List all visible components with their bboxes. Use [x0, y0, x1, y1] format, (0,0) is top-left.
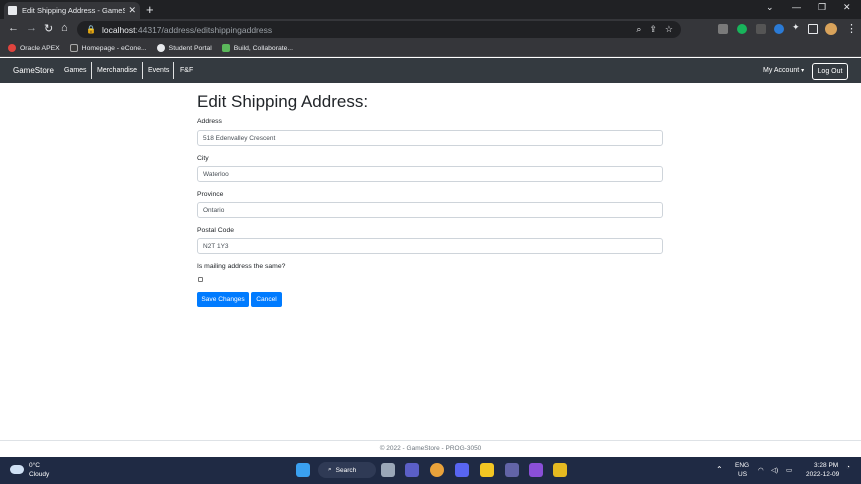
account-dropdown[interactable]: My Account ▾ [763, 67, 804, 74]
weather-condition: Cloudy [29, 471, 50, 478]
extension-icon[interactable] [756, 24, 766, 34]
clock-time[interactable]: 3:28 PM [814, 462, 838, 469]
cloud-icon [10, 465, 24, 474]
lock-icon[interactable]: 🔒 [86, 25, 96, 34]
browser-tab-strip: Edit Shipping Address - GameSt ✕ + ⌄ — ❐… [0, 0, 861, 19]
back-arrow-icon[interactable]: ← [8, 22, 19, 34]
clock-date[interactable]: 2022-12-09 [806, 471, 839, 478]
bookmark-label: Student Portal [168, 44, 212, 52]
forward-arrow-icon[interactable]: → [26, 22, 37, 34]
address-field[interactable]: 518 Edenvalley Crescent [197, 130, 663, 146]
page-icon [8, 6, 17, 15]
postal-code-label: Postal Code [197, 227, 235, 234]
language[interactable]: ENG [735, 462, 749, 469]
wifi-icon[interactable]: ◠ [758, 466, 764, 474]
chat-icon[interactable] [405, 463, 419, 477]
maximize-icon[interactable]: ❐ [818, 2, 826, 13]
site-navbar: GameStore Games Merchandise Events F&F M… [0, 58, 861, 83]
minimize-icon[interactable]: — [792, 2, 801, 12]
home-icon[interactable]: ⌂ [61, 22, 68, 34]
discord-icon[interactable] [455, 463, 469, 477]
extension-icon[interactable] [774, 24, 784, 34]
bookmark-label: Build, Collaborate... [233, 44, 294, 52]
city-label: City [197, 155, 209, 162]
share-icon[interactable]: ⇪ [649, 24, 657, 35]
task-view-icon[interactable] [381, 463, 395, 477]
footer-text: © 2022 - GameStore - PROG-3050 [379, 445, 482, 452]
account-label: My Account [763, 67, 800, 74]
bookmark-item[interactable]: Student Portal [156, 44, 212, 52]
bookmark-label: Oracle APEX [20, 44, 60, 52]
oracle-icon [8, 44, 16, 52]
page-title: Edit Shipping Address: [197, 92, 369, 111]
bookmark-item[interactable]: Oracle APEX [8, 44, 60, 52]
close-tab-icon[interactable]: ✕ [128, 5, 136, 16]
temperature: 0°C [29, 462, 40, 469]
address-bar[interactable]: 🔒 localhost :44317/address/editshippinga… [77, 21, 681, 38]
mailing-same-label: Is mailing address the same? [197, 263, 286, 270]
footer-divider [0, 440, 861, 441]
start-icon[interactable] [296, 463, 310, 477]
city-field[interactable]: Waterloo [197, 166, 663, 182]
notification-icon[interactable]: ◔ [846, 464, 850, 471]
mailing-same-checkbox[interactable] [198, 277, 203, 282]
nav-link-events[interactable]: Events [148, 67, 169, 74]
brand-link[interactable]: GameStore [13, 66, 54, 75]
caret-down-icon: ▾ [801, 68, 805, 74]
bookmarks-bar: Oracle APEX Homepage - eCone... Student … [0, 40, 861, 57]
teams-icon[interactable] [505, 463, 519, 477]
taskbar-search[interactable]: ⌕ Search [318, 462, 376, 478]
search-icon: ⌕ [328, 466, 332, 473]
sticky-notes-icon[interactable] [553, 463, 567, 477]
file-explorer-icon[interactable] [480, 463, 494, 477]
nav-link-ff[interactable]: F&F [180, 67, 193, 74]
grammarly-icon[interactable] [737, 24, 747, 34]
nav-divider [142, 62, 143, 79]
website-icon [221, 44, 230, 52]
sidebar-icon[interactable] [808, 24, 818, 34]
battery-icon[interactable]: ▭ [786, 466, 792, 474]
nav-divider [173, 62, 174, 79]
bookmark-item[interactable]: Build, Collaborate... [221, 44, 294, 52]
bookmark-label: Homepage - eCone... [81, 44, 147, 52]
nav-link-games[interactable]: Games [64, 67, 87, 74]
browser-toolbar: ← → ↻ ⌂ 🔒 localhost :44317/address/edits… [0, 19, 861, 40]
province-field[interactable]: Ontario [197, 202, 663, 218]
avatar[interactable] [825, 23, 837, 35]
url-host: localhost [101, 24, 136, 35]
window-close-icon[interactable]: ✕ [843, 2, 851, 13]
search-label: Search [335, 466, 357, 474]
nav-divider [91, 62, 92, 79]
tab-title: Edit Shipping Address - GameSt [21, 6, 126, 15]
extension-icon[interactable] [718, 24, 728, 34]
region[interactable]: US [738, 471, 747, 478]
visual-studio-icon[interactable] [529, 463, 543, 477]
postal-code-field[interactable]: N2T 1Y3 [197, 238, 663, 254]
save-changes-button[interactable]: Save Changes [197, 292, 249, 307]
province-label: Province [197, 191, 224, 198]
puzzle-icon[interactable]: ✦ [792, 22, 802, 32]
url-path: :44317/address/editshippingaddress [135, 24, 273, 35]
cancel-button[interactable]: Cancel [251, 292, 282, 307]
browser-tab[interactable]: Edit Shipping Address - GameSt ✕ [4, 2, 140, 19]
bookmark-item[interactable]: Homepage - eCone... [69, 44, 147, 52]
new-tab-icon[interactable]: + [146, 2, 154, 17]
reload-icon[interactable]: ↻ [44, 22, 53, 35]
website-icon [69, 44, 78, 52]
volume-icon[interactable]: ◁) [771, 466, 778, 474]
chrome-icon[interactable] [430, 463, 444, 477]
address-label: Address [197, 118, 222, 125]
chevron-down-icon[interactable]: ⌄ [766, 2, 774, 13]
search-icon[interactable]: ⌕ [636, 24, 641, 35]
menu-icon[interactable]: ⋮ [846, 22, 857, 35]
globe-icon [156, 44, 165, 52]
bookmark-star-icon[interactable]: ☆ [665, 24, 673, 35]
nav-link-merchandise[interactable]: Merchandise [97, 67, 137, 74]
logout-button[interactable]: Log Out [812, 63, 848, 80]
chevron-up-icon[interactable]: ⌃ [716, 465, 723, 474]
